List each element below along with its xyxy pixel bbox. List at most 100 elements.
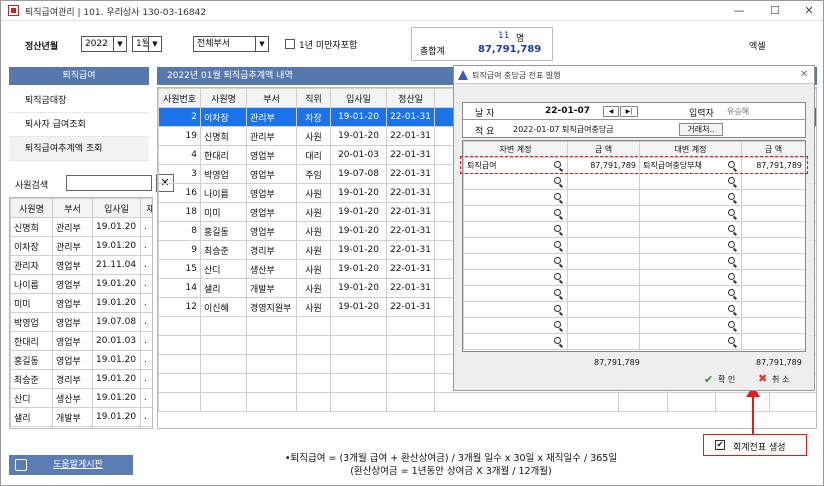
credit-amount-cell[interactable] — [741, 333, 805, 350]
month-select[interactable]: 1월 ▼ — [132, 36, 162, 52]
search-icon[interactable] — [554, 257, 561, 264]
cancel-button[interactable]: 취 소 — [772, 374, 789, 385]
credit-amount-cell[interactable] — [741, 237, 805, 254]
list-item[interactable]: 샐리 개발부 19.01.20. — [10, 407, 152, 427]
voucher-row[interactable] — [463, 285, 805, 302]
debit-amount-cell[interactable] — [567, 237, 640, 254]
voucher-row[interactable] — [463, 173, 805, 190]
search-icon[interactable] — [728, 273, 735, 280]
search-icon[interactable] — [728, 225, 735, 232]
sidebar-item-retiree-pay[interactable]: 퇴사자 급여조회 — [9, 113, 149, 137]
debit-account-cell[interactable] — [463, 269, 568, 286]
credit-amount-cell[interactable] — [741, 301, 805, 318]
search-icon[interactable] — [728, 289, 735, 296]
search-icon[interactable] — [728, 321, 735, 328]
dept-select[interactable]: 전체부서 ▼ — [193, 36, 269, 52]
search-icon[interactable] — [728, 305, 735, 312]
list-item[interactable]: 미미 영업부 19.01.20. — [10, 293, 152, 313]
search-icon[interactable] — [554, 289, 561, 296]
debit-amount-cell[interactable] — [567, 189, 640, 206]
voucher-row[interactable] — [463, 301, 805, 318]
vendor-button[interactable]: 거래처.. — [679, 123, 723, 136]
col-emp-name[interactable]: 사원명 — [200, 88, 247, 108]
ok-button[interactable]: 확 인 — [718, 374, 735, 385]
voucher-row[interactable] — [463, 221, 805, 238]
under1yr-checkbox[interactable] — [285, 39, 295, 49]
debit-account-cell[interactable] — [463, 301, 568, 318]
search-icon[interactable] — [554, 321, 561, 328]
credit-account-cell[interactable] — [639, 189, 742, 206]
close-button[interactable]: ✕ — [799, 3, 819, 18]
search-icon[interactable] — [554, 337, 561, 344]
date-next-button[interactable]: ▶| — [620, 106, 638, 117]
debit-amount-cell[interactable] — [567, 301, 640, 318]
search-icon[interactable] — [728, 337, 735, 344]
debit-account-cell[interactable] — [463, 333, 568, 350]
voucher-row[interactable] — [463, 253, 805, 270]
date-value[interactable]: 22-01-07 — [545, 106, 590, 116]
search-icon[interactable] — [554, 305, 561, 312]
search-icon[interactable] — [728, 241, 735, 248]
maximize-button[interactable]: ☐ — [765, 3, 785, 18]
debit-amount-cell[interactable] — [567, 317, 640, 334]
debit-amount-cell[interactable] — [567, 221, 640, 238]
col-emp-no[interactable]: 사원번호 — [158, 88, 201, 108]
desc-value[interactable]: 2022-01-07 퇴직급여충당금 — [513, 124, 614, 135]
credit-account-cell[interactable] — [639, 301, 742, 318]
credit-amount-cell[interactable] — [741, 173, 805, 190]
credit-account-cell[interactable] — [639, 221, 742, 238]
credit-amount-cell[interactable] — [741, 317, 805, 334]
search-icon[interactable] — [554, 209, 561, 216]
credit-amount-cell[interactable] — [741, 285, 805, 302]
credit-amount-cell[interactable] — [741, 221, 805, 238]
col-dept[interactable]: 부서 — [52, 198, 93, 218]
voucher-row[interactable] — [463, 333, 805, 350]
search-icon[interactable] — [554, 273, 561, 280]
credit-account-cell[interactable] — [639, 285, 742, 302]
sidebar-item-estimate[interactable]: 퇴직급여추계액 조회 — [9, 137, 149, 161]
employee-search-input[interactable] — [66, 175, 152, 191]
col-join[interactable]: 입사일 — [92, 198, 141, 218]
help-board-button[interactable]: 도움말게시판 — [9, 455, 133, 475]
search-icon[interactable] — [554, 177, 561, 184]
list-item[interactable]: 최승준 경리부 19.01.20. — [10, 369, 152, 389]
debit-account-cell[interactable] — [463, 285, 568, 302]
col-emp-join[interactable]: 입사일 — [330, 88, 387, 108]
credit-account-cell[interactable] — [639, 333, 742, 350]
dialog-close-button[interactable]: ✕ — [800, 69, 808, 80]
search-icon[interactable] — [728, 257, 735, 264]
list-item[interactable]: 박영업 영업부 19.07.08. — [10, 312, 152, 332]
debit-amount-cell[interactable] — [567, 285, 640, 302]
debit-account-cell[interactable] — [463, 189, 568, 206]
credit-account-cell[interactable] — [639, 205, 742, 222]
credit-account-cell[interactable] — [639, 317, 742, 334]
list-item[interactable]: 신명희 관리부 19.01.20. — [10, 217, 152, 237]
credit-amount-cell[interactable] — [741, 253, 805, 270]
debit-amount-cell[interactable] — [567, 333, 640, 350]
col-status[interactable]: 재 — [140, 198, 152, 218]
debit-amount-cell[interactable] — [567, 253, 640, 270]
voucher-row[interactable] — [463, 205, 805, 222]
year-select[interactable]: 2022 ▼ — [81, 36, 127, 52]
voucher-row[interactable] — [463, 317, 805, 334]
search-icon[interactable] — [554, 225, 561, 232]
col-emp-dept[interactable]: 부서 — [246, 88, 297, 108]
list-item[interactable]: 홍길동 영업부 19.01.20. — [10, 350, 152, 370]
debit-amount-cell[interactable] — [567, 205, 640, 222]
sidebar-item-retirement-ledger[interactable]: 퇴직금대장 — [9, 89, 149, 113]
minimize-button[interactable]: — — [729, 3, 749, 18]
credit-amount-cell[interactable] — [741, 269, 805, 286]
accounting-checkbox[interactable]: ✔ — [715, 440, 725, 450]
credit-account-cell[interactable] — [639, 237, 742, 254]
list-item[interactable]: 산디 생산부 19.01.20. — [10, 388, 152, 408]
date-prev-button[interactable]: ◀ — [603, 106, 619, 117]
credit-account-cell[interactable] — [639, 269, 742, 286]
voucher-row[interactable] — [463, 189, 805, 206]
debit-account-cell[interactable] — [463, 205, 568, 222]
search-icon[interactable] — [728, 193, 735, 200]
search-icon[interactable] — [728, 209, 735, 216]
credit-account-cell[interactable] — [639, 173, 742, 190]
excel-button[interactable]: 엑셀 — [749, 39, 766, 52]
col-emp-position[interactable]: 직위 — [296, 88, 331, 108]
search-icon[interactable] — [728, 177, 735, 184]
